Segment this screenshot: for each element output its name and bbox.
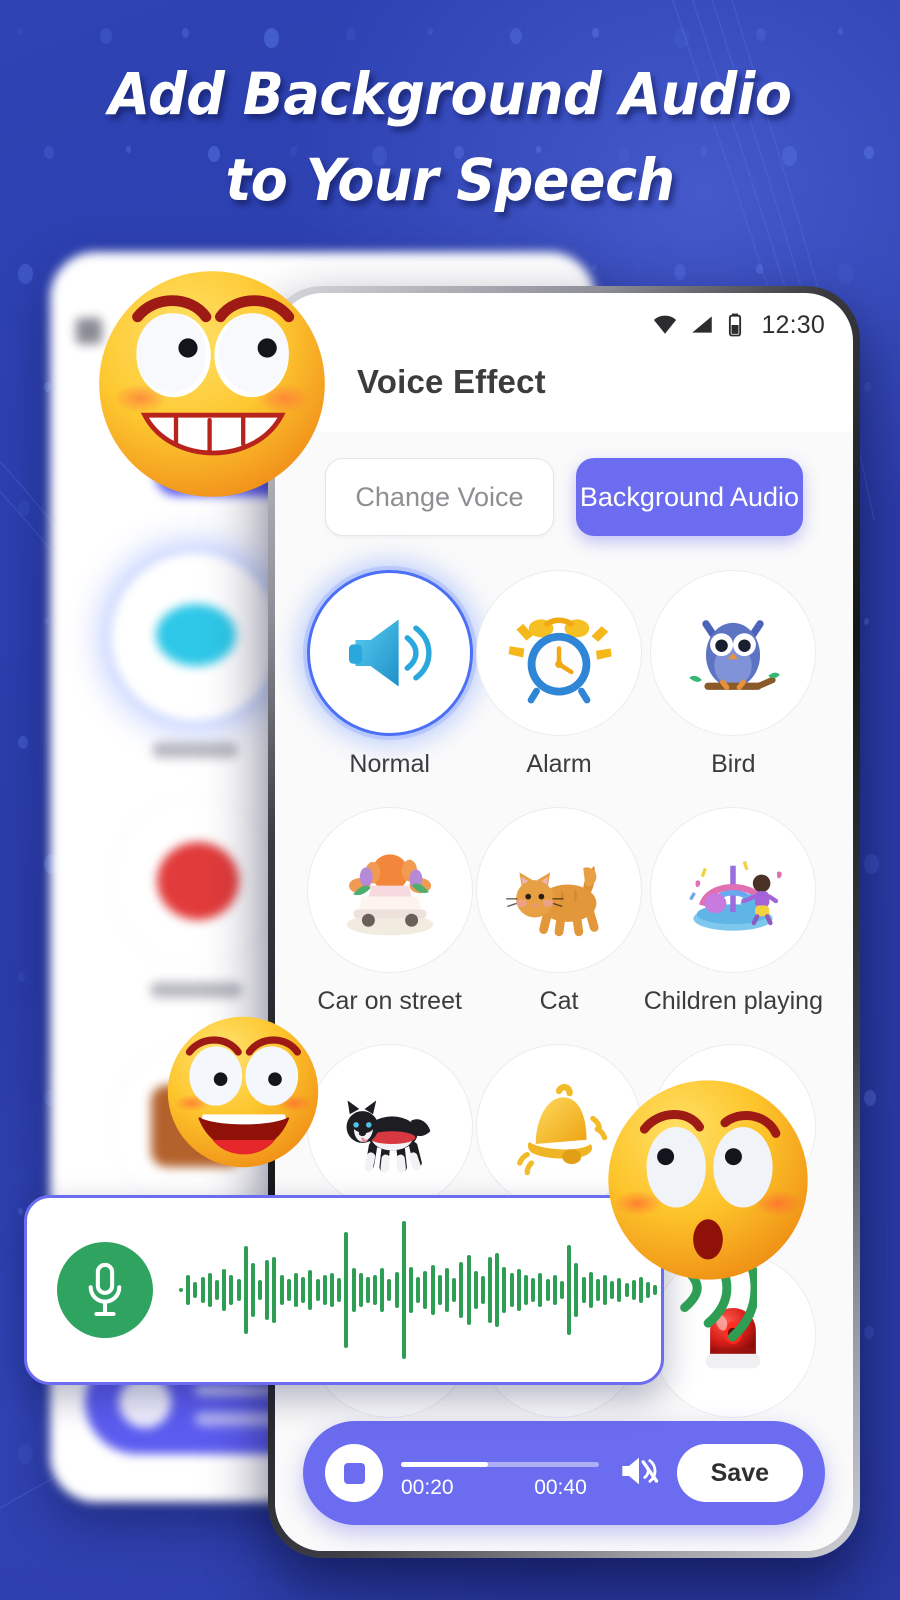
status-bar: 12:30 [275, 293, 853, 357]
stop-button[interactable] [325, 1444, 383, 1502]
effect-item[interactable]: Bird [644, 570, 823, 779]
effect-icon-playground-icon[interactable] [650, 807, 817, 973]
effect-icon-car-icon[interactable] [306, 807, 473, 973]
tab-change-voice[interactable]: Change Voice [325, 458, 554, 536]
status-bar-time: 12:30 [761, 310, 825, 339]
effect-icon-cat-icon[interactable] [476, 807, 643, 973]
tab-bar: Change Voice Background Audio [275, 458, 853, 536]
promo-headline: Add Background Audio to Your Speech [32, 52, 869, 224]
effect-item[interactable]: Car on street [305, 807, 474, 1016]
effect-icon-dog-icon[interactable] [306, 1044, 473, 1210]
headline-line-2: to Your Speech [225, 145, 675, 214]
effect-icon-alarm-clock-icon[interactable] [476, 570, 643, 736]
effect-label: Bird [711, 750, 756, 778]
laughing-face-emoji [167, 1016, 319, 1168]
effect-label: Normal [349, 750, 430, 778]
effect-item[interactable]: Cat [474, 807, 643, 1016]
total-time-label: 00:40 [534, 1476, 587, 1499]
save-button[interactable]: Save [676, 1444, 803, 1502]
surprised-face-emoji [608, 1080, 808, 1280]
tab-background-audio[interactable]: Background Audio [576, 458, 803, 536]
effect-icon-speaker-icon[interactable] [306, 570, 473, 736]
back-phone-effect-label [152, 742, 238, 758]
effect-icon-owl-icon[interactable] [650, 570, 817, 736]
effect-label: Cat [539, 987, 579, 1015]
effect-item[interactable]: Normal [305, 570, 474, 779]
wifi-icon [654, 315, 677, 334]
effect-item[interactable]: Children playing [644, 807, 823, 1016]
time-labels: 00:20 00:40 [401, 1476, 599, 1500]
audio-player-bar: 00:20 00:40 Save [303, 1421, 825, 1525]
progress-track-wrapper: 00:20 00:40 [401, 1444, 599, 1502]
page-title: Voice Effect [357, 363, 546, 400]
grinning-face-emoji [99, 271, 325, 497]
effect-item[interactable]: Alarm [474, 570, 643, 779]
current-time-label: 00:20 [401, 1476, 454, 1499]
speaker-mute-icon[interactable] [617, 1451, 661, 1496]
microphone-icon [88, 1262, 122, 1317]
effect-label: Car on street [317, 987, 462, 1015]
cellular-signal-icon [692, 316, 713, 333]
voice-recorder-card [24, 1195, 760, 1385]
back-phone-effect-circle [110, 552, 280, 722]
back-phone-effect-label [150, 982, 242, 998]
progress-fill [401, 1462, 488, 1467]
effect-label: Alarm [526, 750, 592, 778]
battery-icon [729, 313, 742, 337]
progress-track[interactable] [401, 1462, 599, 1467]
record-button[interactable] [57, 1242, 153, 1338]
back-phone-effect-circle [110, 797, 280, 967]
headline-line-1: Add Background Audio [108, 60, 792, 128]
effect-label: Children playing [643, 987, 823, 1015]
audio-waveform [179, 1215, 658, 1365]
